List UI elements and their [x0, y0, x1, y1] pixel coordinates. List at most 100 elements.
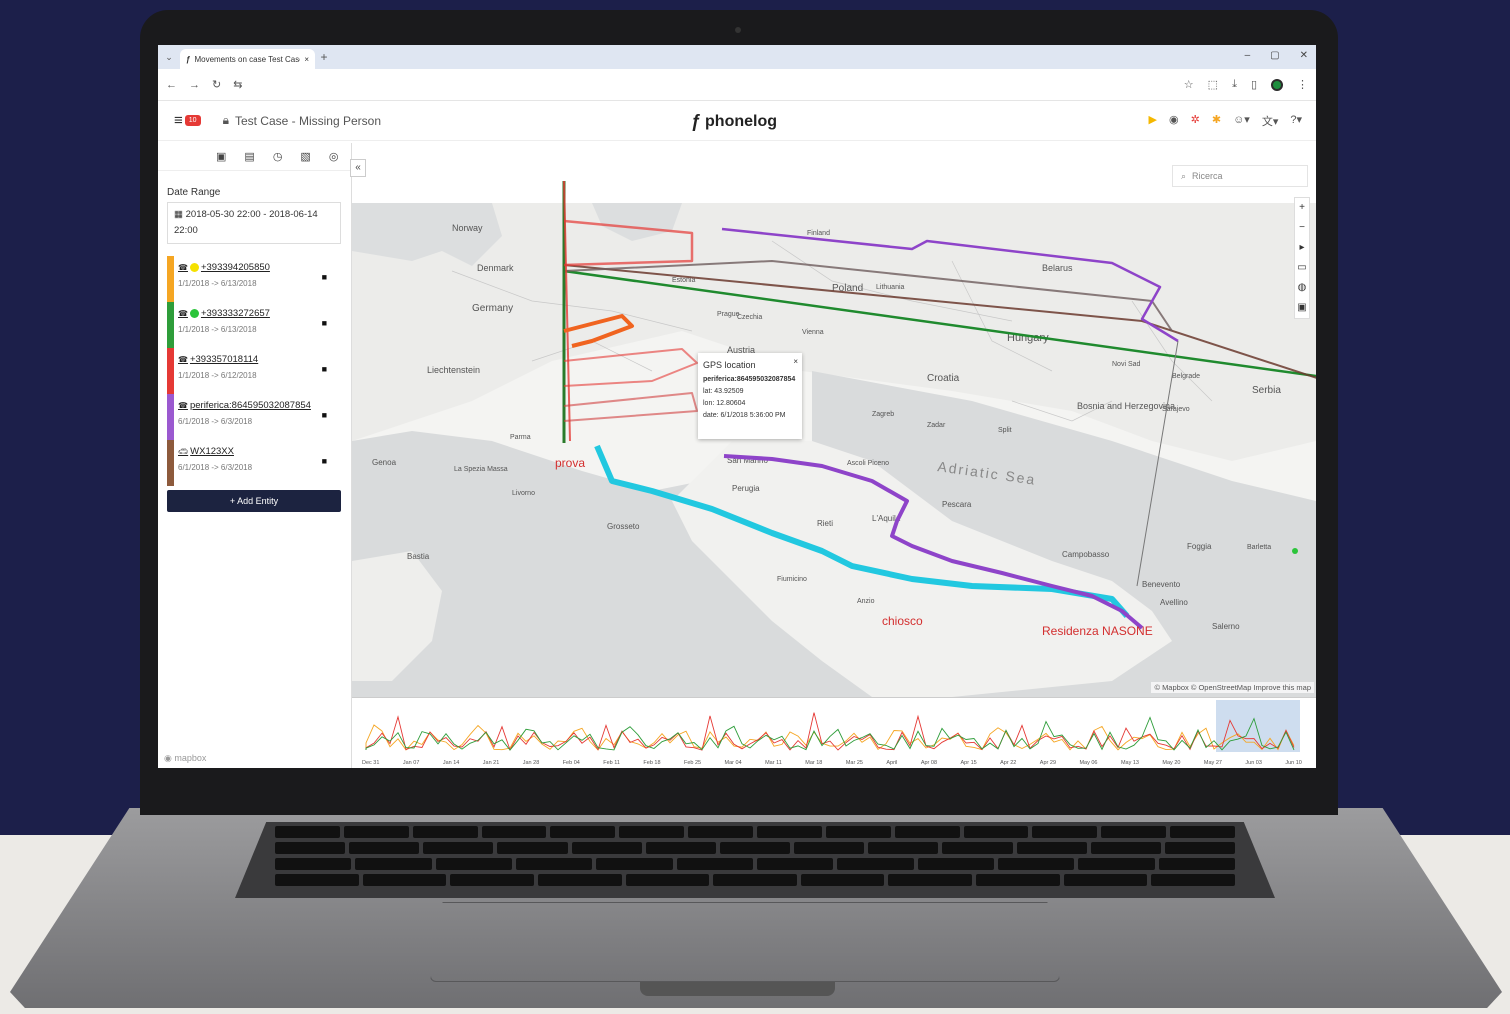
timeline-tick-label: Apr 29 [1039, 760, 1057, 766]
map-place-label: Foggia [1187, 542, 1212, 551]
entity-item[interactable]: ☎︎ +393394205850 1/1/2018 -> 6/13/2018 ■ [167, 256, 341, 302]
entity-date-range: 6/1/2018 -> 6/3/2018 [178, 463, 253, 472]
new-tab-button[interactable]: + [315, 45, 333, 69]
forward-icon[interactable]: → [189, 79, 200, 91]
timeline-tick-label: Jan 07 [402, 760, 420, 766]
map-search-input[interactable]: ⌕ Ricerca [1172, 165, 1308, 187]
marker-label-residenza[interactable]: Residenza NASONE [1042, 624, 1153, 638]
reload-icon[interactable]: ↻ [212, 78, 221, 91]
save-icon[interactable]: ▣ [216, 150, 226, 163]
brand-logo: ƒ phonelog [691, 111, 777, 132]
entity-status-dot [189, 263, 199, 272]
maximize-button[interactable]: ▢ [1270, 50, 1279, 61]
timeline-tick-label: April [886, 760, 898, 766]
map-place-label: Campobasso [1062, 550, 1110, 559]
compass-icon[interactable]: ▸ [1299, 238, 1304, 258]
popup-entity: periferica:864595032087854 [703, 376, 796, 383]
timeline-tick-label: Jun 10 [1285, 760, 1302, 766]
map-place-label: La Spezia Massa [454, 466, 508, 473]
map-place-label: Bosnia and Herzegovina [1077, 401, 1175, 411]
tag-icon[interactable]: ▶ [1149, 113, 1157, 129]
location-pin-icon[interactable]: ◍ [1298, 278, 1307, 298]
timeline-tick-label: Feb 25 [683, 760, 702, 766]
alert-icon[interactable]: ✲ [1191, 113, 1200, 129]
timeline-tick-label: Jan 28 [522, 760, 540, 766]
account-icon[interactable]: ☺▾ [1233, 113, 1250, 129]
map-place-label: Parma [510, 434, 531, 441]
map-place-label: Croatia [927, 373, 960, 384]
delete-entity-icon[interactable]: ■ [322, 272, 327, 282]
map-attribution[interactable]: © Mapbox © OpenStreetMap Improve this ma… [1151, 682, 1314, 693]
marker-label-prova[interactable]: prova [555, 456, 585, 470]
collapse-sidebar-button[interactable]: « [350, 159, 366, 177]
sidepanel-icon[interactable]: ▯ [1251, 78, 1257, 91]
activity-timeline[interactable]: Dec 31 Jan 07 Jan 14 Jan 21 Jan 28 Feb 04 Feb … [352, 697, 1316, 768]
timeline-tick-label: Feb 18 [643, 760, 661, 766]
help-icon[interactable]: ?▾ [1290, 113, 1302, 129]
site-settings-icon[interactable]: ⇆ [233, 78, 242, 91]
timeline-tick-label: May 06 [1079, 760, 1098, 766]
map-place-label: Denmark [477, 263, 514, 273]
entity-id-link[interactable]: ☎︎ +393357018114 [178, 354, 341, 365]
tab-close-icon[interactable]: × [304, 55, 309, 64]
bookmark-star-icon[interactable]: ☆ [1184, 78, 1194, 91]
tab-search-icon[interactable]: ⌄ [158, 45, 180, 69]
back-icon[interactable]: ← [166, 79, 177, 91]
entity-id-link[interactable]: ☎︎ periferica:864595032087854 [178, 400, 341, 411]
entity-sidebar: ▣ ▤ ◷ ▧ ◎ Date Range ▦ 2018-05-30 22:00 … [158, 143, 352, 768]
map-place-label: Barletta [1247, 544, 1271, 551]
track-loop-red-3[interactable] [563, 392, 698, 422]
download-icon[interactable]: ⤓ [1232, 78, 1237, 91]
person-icon[interactable]: ✱ [1212, 113, 1221, 129]
map-place-label: Pescara [942, 500, 972, 509]
zoom-out-icon[interactable]: − [1299, 218, 1305, 238]
layers-icon[interactable]: ▭ [1297, 258, 1306, 278]
delete-entity-icon[interactable]: ■ [322, 456, 327, 466]
popup-date: date: 6/1/2018 5:36:00 PM [703, 412, 786, 419]
more-menu-icon[interactable]: ⋮ [1297, 78, 1308, 91]
visibility-eye-icon[interactable]: ◎ [329, 150, 339, 163]
date-range-label: Date Range [167, 187, 221, 198]
extensions-icon[interactable]: ⬚ [1208, 78, 1218, 91]
translate-icon[interactable]: 文▾ [1262, 113, 1279, 129]
browser-toolbar: ← → ↻ ⇆ ☆ ⬚ ⤓ ▯ ⋮ [158, 69, 1316, 101]
entity-id-link[interactable]: ☎︎ +393394205850 [178, 262, 341, 273]
entity-item[interactable]: 🚗︎ WX123XX 6/1/2018 -> 6/3/2018 ■ [167, 440, 341, 486]
map-marker-dot[interactable] [1292, 548, 1298, 554]
delete-entity-icon[interactable]: ■ [322, 410, 327, 420]
entity-item[interactable]: ☎︎ periferica:864595032087854 6/1/2018 -> … [167, 394, 341, 440]
hamburger-menu-icon[interactable]: ≡ [174, 112, 183, 129]
map-place-label: Bastia [407, 552, 430, 561]
track-loop-red-2[interactable] [563, 348, 698, 387]
fullscreen-icon[interactable]: ▣ [1297, 298, 1306, 318]
timeline-tick-label: Mar 25 [845, 760, 863, 766]
phonelog-logo-icon: ƒ [691, 111, 702, 131]
profile-avatar[interactable] [1271, 78, 1283, 91]
delete-entity-icon[interactable]: ■ [322, 364, 327, 374]
entity-id-link[interactable]: ☎︎ +393333272657 [178, 308, 341, 319]
entity-date-range: 1/1/2018 -> 6/13/2018 [178, 325, 257, 334]
map-place-label: Benevento [1142, 580, 1181, 589]
entity-item[interactable]: ☎︎ +393357018114 1/1/2018 -> 6/12/2018 ■ [167, 348, 341, 394]
delete-entity-icon[interactable]: ■ [322, 318, 327, 328]
gps-location-popup: × GPS location periferica:86459503208785… [698, 353, 802, 439]
export-file-icon[interactable]: ▧ [300, 150, 310, 163]
close-window-button[interactable]: ✕ [1300, 50, 1308, 61]
popup-lon: lon: 12.80604 [703, 400, 746, 407]
marker-label-chiosco[interactable]: chiosco [882, 614, 923, 628]
date-range-input[interactable]: ▦ 2018-05-30 22:00 - 2018-06-14 22:00 [167, 202, 341, 244]
add-entity-button[interactable]: + Add Entity [167, 490, 341, 512]
timeline-tick-label: Mar 11 [765, 760, 782, 766]
entity-id-link[interactable]: 🚗︎ WX123XX [178, 446, 341, 457]
laptop-screen: ⌄ ƒ Movements on case Test Case × + – ▢ … [158, 45, 1316, 768]
clock-icon[interactable]: ◷ [273, 150, 283, 163]
target-icon[interactable]: ◉ [1169, 113, 1179, 129]
map-view[interactable]: Norway Denmark Germany Poland Belarus Czechia… [352, 141, 1316, 697]
timeline-tick-label: Jan 21 [482, 760, 500, 766]
minimize-button[interactable]: – [1245, 50, 1251, 61]
save-as-icon[interactable]: ▤ [244, 150, 254, 163]
browser-tab[interactable]: ƒ Movements on case Test Case × [180, 49, 315, 69]
popup-close-icon[interactable]: × [793, 356, 798, 368]
entity-item[interactable]: ☎︎ +393333272657 1/1/2018 -> 6/13/2018 ■ [167, 302, 341, 348]
zoom-in-icon[interactable]: + [1299, 198, 1305, 218]
